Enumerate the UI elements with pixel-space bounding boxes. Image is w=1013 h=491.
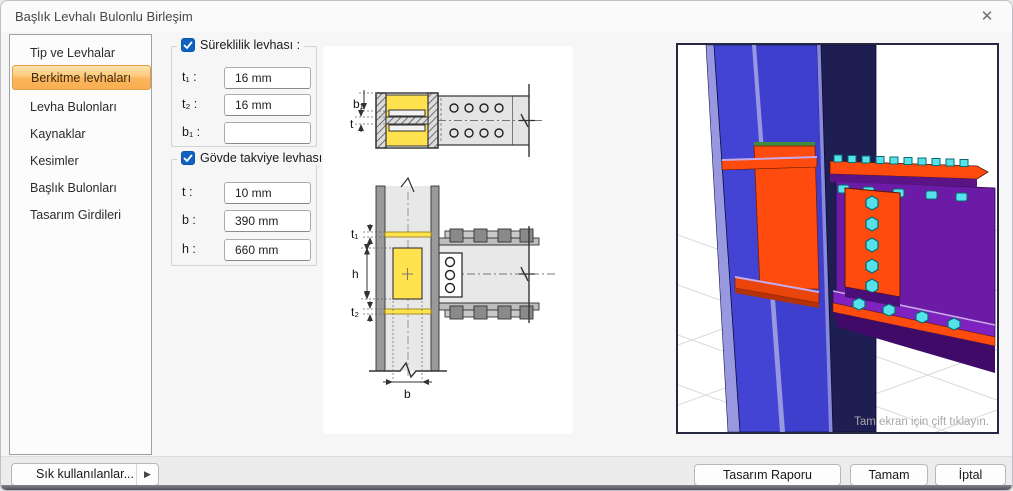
favorites-button[interactable]: Sık kullanılanlar... ▶ xyxy=(11,463,159,486)
continuity-plate-checkbox[interactable] xyxy=(181,38,195,52)
t1-label: t₁ : xyxy=(182,70,197,84)
cancel-button[interactable]: İptal xyxy=(935,464,1006,486)
t1-input[interactable] xyxy=(224,67,311,89)
b1-input[interactable] xyxy=(224,122,311,144)
sidebar-item-kesimler[interactable]: Kesimler xyxy=(12,149,151,174)
dim-b: b xyxy=(404,387,411,401)
check-icon xyxy=(183,41,193,49)
h-label: h : xyxy=(182,242,196,256)
sidebar-item-levha-bulonlari[interactable]: Levha Bulonları xyxy=(12,95,151,120)
sidebar-item-baslik-bulonlari[interactable]: Başlık Bulonları xyxy=(12,176,151,201)
b-label: b : xyxy=(182,213,196,227)
sidebar-item-tip-ve-levhalar[interactable]: Tip ve Levhalar xyxy=(12,41,151,66)
continuity-plate-label: Süreklilik levhası : xyxy=(200,38,301,52)
elevation-view: t₁ h t₂ b xyxy=(351,176,555,401)
titlebar: Başlık Levhalı Bulonlu Birleşim ✕ xyxy=(1,1,1012,32)
dialog-bottom-edge xyxy=(1,485,1012,490)
group-continuity-plate: Süreklilik levhası : t₁ : t₂ : b₁ : xyxy=(171,38,317,147)
dialog-baslik-levhali-bulonlu-birlesim: Başlık Levhalı Bulonlu Birleşim ✕ Tip ve… xyxy=(0,0,1013,491)
dim-b1: b₁ xyxy=(353,97,364,111)
design-report-button[interactable]: Tasarım Raporu xyxy=(694,464,841,486)
ok-button[interactable]: Tamam xyxy=(850,464,928,486)
t2-input[interactable] xyxy=(224,94,311,116)
group-web-doubler-plate: Gövde takviye levhası : t : b : h : xyxy=(171,151,334,266)
diagram-svg: b₁ t t₁ h t₂ b xyxy=(350,84,555,401)
h-input[interactable] xyxy=(224,239,311,261)
sidebar-category-list: Tip ve Levhalar Berkitme levhaları Levha… xyxy=(9,34,152,455)
dim-h: h xyxy=(352,267,359,281)
dim-t1: t₁ xyxy=(351,227,358,241)
expand-arrow-icon[interactable]: ▶ xyxy=(136,464,158,485)
plan-view: b₁ t xyxy=(350,84,545,157)
viewport-3d-render xyxy=(677,44,998,490)
t2-label: t₂ : xyxy=(182,97,198,111)
bottom-bar: Sık kullanılanlar... ▶ Tasarım Raporu Ta… xyxy=(1,456,1012,487)
dim-t2: t₂ xyxy=(351,305,359,319)
viewport-3d[interactable]: Tam ekran için çift tıklayın. xyxy=(676,43,999,490)
favorites-label: Sık kullanılanlar... xyxy=(36,467,134,481)
b-input[interactable] xyxy=(224,210,311,232)
web-doubler-checkbox[interactable] xyxy=(181,151,195,165)
connection-diagram: b₁ t t₁ h t₂ b xyxy=(323,46,573,434)
web-doubler-label: Gövde takviye levhası : xyxy=(200,151,330,165)
close-icon[interactable]: ✕ xyxy=(972,5,1002,29)
sidebar-item-tasarim-girdileri[interactable]: Tasarım Girdileri xyxy=(12,203,151,228)
b1-label: b₁ : xyxy=(182,125,201,139)
check-icon xyxy=(183,154,193,162)
t-label: t : xyxy=(182,185,193,199)
dim-t: t xyxy=(350,117,354,131)
dialog-title: Başlık Levhalı Bulonlu Birleşim xyxy=(15,9,193,24)
sidebar-item-kaynaklar[interactable]: Kaynaklar xyxy=(12,122,151,147)
fullscreen-hint: Tam ekran için çift tıklayın. xyxy=(854,416,989,428)
sidebar-item-berkitme-levhalari[interactable]: Berkitme levhaları xyxy=(12,65,151,90)
t-input[interactable] xyxy=(224,182,311,204)
